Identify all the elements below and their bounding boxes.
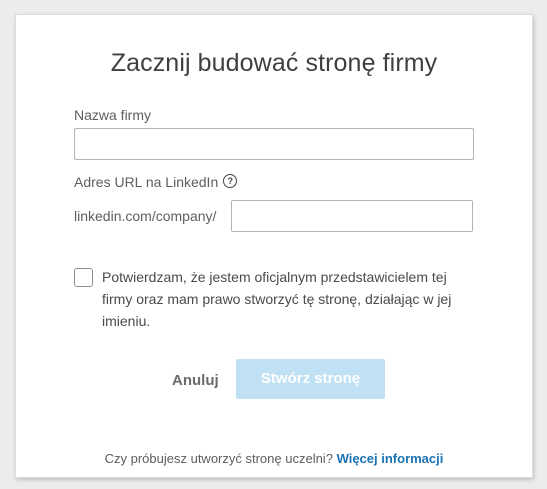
cancel-button[interactable]: Anuluj	[172, 372, 219, 389]
linkedin-url-label-row: Adres URL na LinkedIn ?	[74, 174, 238, 190]
dialog-title: Zacznij budować stronę firmy	[110, 49, 438, 77]
linkedin-url-label: Adres URL na LinkedIn	[74, 174, 219, 190]
company-name-label: Nazwa firmy	[74, 107, 152, 123]
dialog-backdrop: Zacznij budować stronę firmy Nazwa firmy…	[0, 0, 547, 489]
company-name-input[interactable]	[74, 128, 474, 160]
create-page-button[interactable]: Stwórz stronę	[236, 359, 385, 399]
linkedin-url-input[interactable]	[231, 200, 473, 232]
url-prefix: linkedin.com/company/	[74, 208, 217, 224]
confirm-text: Potwierdzam, że jestem oficjalnym przeds…	[102, 269, 452, 329]
footer-question: Czy próbujesz utworzyć stronę uczelni?	[104, 451, 333, 466]
more-info-link[interactable]: Więcej informacji	[337, 451, 444, 466]
confirm-checkbox[interactable]	[74, 268, 93, 287]
help-icon[interactable]: ?	[223, 174, 238, 188]
footer: Czy próbujesz utworzyć stronę uczelni? W…	[16, 451, 532, 466]
create-page-dialog: Zacznij budować stronę firmy Nazwa firmy…	[15, 14, 533, 478]
